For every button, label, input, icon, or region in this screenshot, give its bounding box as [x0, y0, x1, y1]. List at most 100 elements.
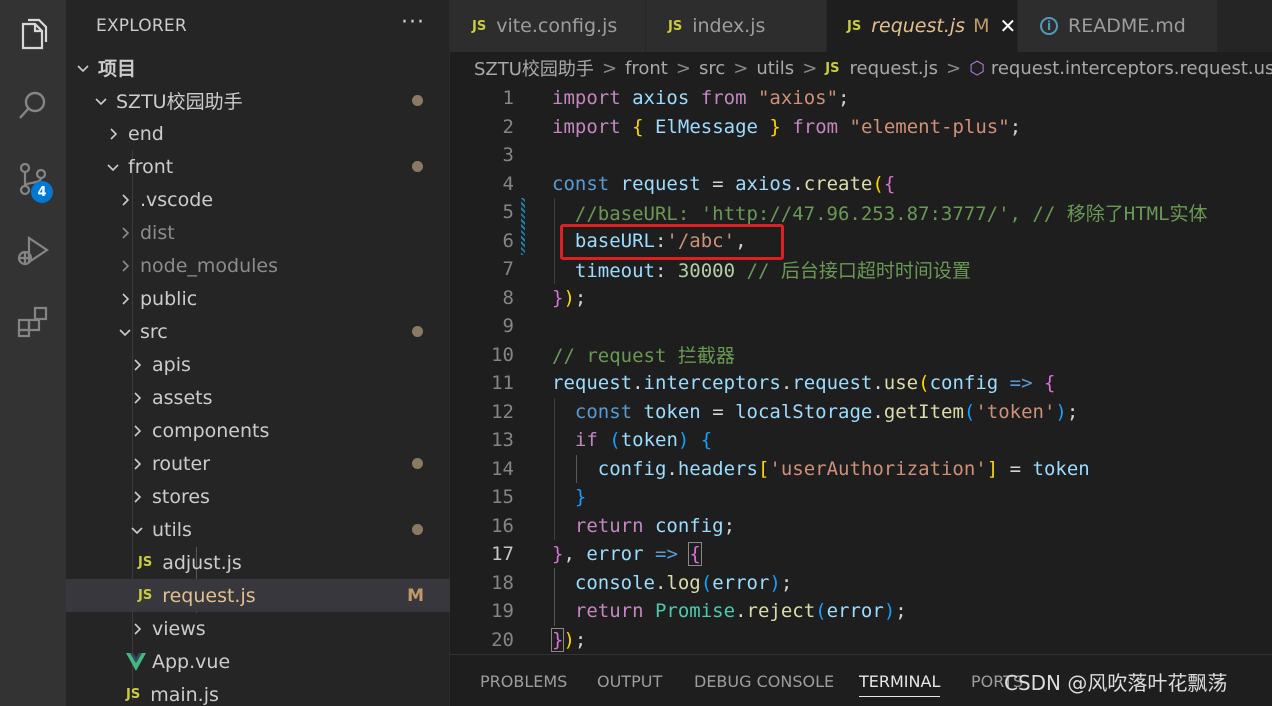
chevron-right-icon: >: [733, 57, 749, 79]
chevron-right-icon: [128, 356, 146, 374]
code-line: 14 config.headers['userAuthorization'] =…: [450, 455, 1272, 484]
chevron-right-icon: [128, 422, 146, 440]
breadcrumb-item[interactable]: SZTU校园助手: [474, 55, 594, 81]
js-file-icon: JS: [847, 18, 862, 34]
tree-folder-project[interactable]: 项目: [66, 51, 450, 84]
tree-folder-node-modules[interactable]: node_modules: [66, 249, 450, 282]
code-line: 17}, error => {: [450, 540, 1272, 569]
line-number: 16: [491, 514, 514, 537]
tree-folder-end[interactable]: end: [66, 117, 450, 150]
tree-label: SZTU校园助手: [116, 91, 243, 113]
modified-status: M: [407, 585, 424, 606]
line-number: 17: [491, 543, 514, 566]
line-number: 7: [502, 258, 514, 281]
tree-folder-utils[interactable]: utils: [66, 513, 450, 546]
modified-status: M: [973, 15, 990, 37]
line-number: 11: [491, 372, 514, 395]
modified-dot: [412, 524, 423, 535]
code-line: 18 console.log(error);: [450, 569, 1272, 598]
tab-index-js[interactable]: JS index.js: [646, 0, 827, 52]
tab-label: vite.config.js: [496, 15, 618, 37]
tree-file-app-vue[interactable]: App.vue: [66, 645, 450, 678]
code-editor[interactable]: 1 import axios from "axios"; 2 import { El…: [450, 84, 1272, 654]
tree-folder-front[interactable]: front: [66, 150, 450, 183]
panel-tab-problems[interactable]: PROBLEMS: [480, 655, 567, 706]
line-number: 14: [491, 457, 514, 480]
tree-folder-stores[interactable]: stores: [66, 480, 450, 513]
close-icon[interactable]: ✕: [999, 14, 1016, 38]
js-file-icon: JS: [138, 555, 153, 570]
tab-request-js[interactable]: JS request.js M ✕: [827, 0, 1018, 52]
tree-folder-assets[interactable]: assets: [66, 381, 450, 414]
tree-folder-public[interactable]: public: [66, 282, 450, 315]
line-number: 12: [491, 400, 514, 423]
chevron-right-icon: [128, 620, 146, 638]
tree-label: stores: [152, 485, 210, 508]
code-line: 20});: [450, 626, 1272, 655]
code-line: 5 //baseURL: 'http://47.96.253.87:3777/'…: [450, 198, 1272, 227]
panel-tab-terminal[interactable]: TERMINAL: [859, 655, 941, 706]
highlight-annotation: [560, 224, 784, 260]
more-actions-icon[interactable]: ···: [401, 10, 425, 35]
code-line: 12 const token = localStorage.getItem('t…: [450, 398, 1272, 427]
tree-label: public: [140, 287, 198, 310]
code-line: 16 return config;: [450, 512, 1272, 541]
js-file-icon: JS: [126, 687, 141, 702]
tree-folder-apis[interactable]: apis: [66, 348, 450, 381]
line-number: 13: [491, 429, 514, 452]
search-icon[interactable]: [0, 76, 66, 136]
extensions-icon[interactable]: [0, 292, 66, 352]
chevron-right-icon: [116, 224, 134, 242]
explorer-title: EXPLORER: [96, 16, 187, 36]
tree-file-request-js[interactable]: JS request.js M: [66, 579, 450, 612]
tree-folder-src[interactable]: src: [66, 315, 450, 348]
chevron-down-icon: [92, 92, 110, 110]
line-number: 9: [502, 315, 514, 338]
breadcrumb-item[interactable]: utils: [756, 58, 794, 79]
modified-dot: [412, 326, 423, 337]
files-icon[interactable]: [0, 4, 66, 64]
tree-file-adjust-js[interactable]: JS adjust.js: [66, 546, 450, 579]
tree-file-main-js[interactable]: JS main.js: [66, 678, 450, 706]
tab-label: index.js: [692, 15, 766, 37]
line-number: 2: [502, 115, 514, 138]
breadcrumb-item[interactable]: src: [699, 58, 725, 79]
breadcrumb-item[interactable]: front: [625, 58, 668, 79]
breadcrumb-item[interactable]: request.js: [849, 58, 938, 79]
tree-folder-vscode[interactable]: .vscode: [66, 183, 450, 216]
code-line: 9: [450, 312, 1272, 341]
line-number: 15: [491, 486, 514, 509]
vue-file-icon: [126, 652, 146, 671]
source-control-badge: 4: [31, 181, 53, 203]
line-number: 18: [491, 571, 514, 594]
panel-tab-debug-console[interactable]: DEBUG CONSOLE: [694, 655, 834, 706]
panel-tab-output[interactable]: OUTPUT: [597, 655, 662, 706]
tree-folder-router[interactable]: router: [66, 447, 450, 480]
tree-folder-views[interactable]: views: [66, 612, 450, 645]
line-number: 20: [491, 628, 514, 651]
chevron-down-icon: [128, 521, 146, 539]
chevron-right-icon: [128, 389, 146, 407]
tree-label: views: [152, 617, 206, 640]
tab-label: request.js: [871, 15, 966, 37]
method-icon: ⬡: [969, 57, 985, 79]
tree-folder-dist[interactable]: dist: [66, 216, 450, 249]
source-control-icon[interactable]: 4: [0, 148, 66, 208]
tab-readme[interactable]: i README.md: [1018, 0, 1218, 52]
chevron-right-icon: [128, 488, 146, 506]
breadcrumb-item[interactable]: request.interceptors.request.use() ca: [991, 58, 1272, 79]
tree-folder-sztu[interactable]: SZTU校园助手: [66, 84, 450, 117]
chevron-right-icon: >: [601, 57, 618, 79]
tree-label: end: [128, 122, 164, 145]
js-file-icon: JS: [472, 18, 487, 34]
code-line: 3: [450, 141, 1272, 170]
tree-label: router: [152, 452, 211, 475]
line-number: 1: [502, 87, 514, 110]
chevron-right-icon: [116, 191, 134, 209]
tab-vite-config[interactable]: JS vite.config.js: [450, 0, 646, 52]
run-debug-icon[interactable]: [0, 220, 66, 280]
tree-label: node_modules: [140, 254, 279, 277]
tree-folder-components[interactable]: components: [66, 414, 450, 447]
tree-label: apis: [152, 353, 191, 376]
js-file-icon: JS: [825, 60, 840, 76]
